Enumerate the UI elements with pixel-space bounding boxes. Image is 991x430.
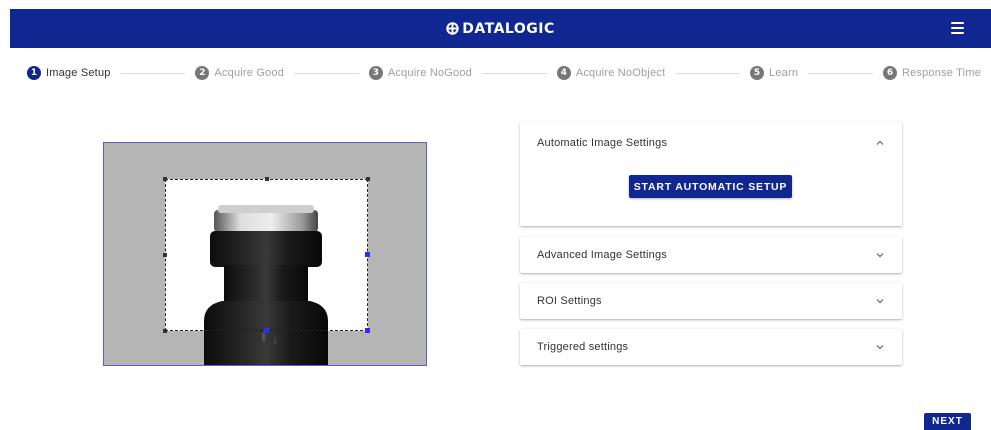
- roi-selection-frame[interactable]: [165, 179, 368, 331]
- step-number: 3: [368, 66, 383, 80]
- chevron-down-icon: [876, 253, 884, 258]
- step-number: 4: [556, 66, 571, 80]
- step-label: Acquire NoObject: [575, 67, 666, 79]
- step-connector: [120, 72, 186, 74]
- start-automatic-setup-button[interactable]: START AUTOMATIC SETUP: [629, 175, 792, 198]
- step-response-time[interactable]: 6 Response Time: [882, 66, 982, 80]
- roi-resize-handle[interactable]: [163, 253, 167, 257]
- camera-image-viewer[interactable]: [103, 142, 427, 366]
- automatic-image-settings-header[interactable]: Automatic Image Settings: [520, 122, 902, 164]
- step-connector: [294, 72, 359, 74]
- step-label: Acquire NoGood: [387, 67, 472, 79]
- roi-resize-handle[interactable]: [265, 177, 269, 181]
- roi-resize-handle[interactable]: [163, 177, 167, 181]
- roi-resize-handle[interactable]: [264, 328, 269, 333]
- automatic-image-settings-panel: Automatic Image Settings START AUTOMATIC…: [520, 122, 902, 226]
- brand-logo: DATALOGIC: [446, 21, 554, 37]
- advanced-image-settings-header[interactable]: Advanced Image Settings: [520, 237, 902, 273]
- chevron-up-icon: [876, 140, 884, 145]
- chevron-down-icon: [876, 299, 884, 304]
- panel-title: Advanced Image Settings: [537, 249, 667, 261]
- step-connector: [482, 72, 547, 74]
- step-connector: [675, 72, 741, 74]
- step-learn[interactable]: 5 Learn: [750, 66, 798, 80]
- step-number: 1: [27, 66, 41, 80]
- app-header: DATALOGIC: [10, 9, 991, 48]
- roi-resize-handle[interactable]: [366, 177, 370, 181]
- step-number: 6: [882, 66, 897, 80]
- step-connector: [808, 72, 873, 74]
- step-number: 5: [750, 66, 765, 80]
- step-label: Learn: [769, 67, 799, 79]
- step-acquire-good[interactable]: 2 Acquire Good: [195, 66, 284, 80]
- brand-name: DATALOGIC: [462, 20, 555, 37]
- roi-resize-handle[interactable]: [365, 328, 370, 333]
- next-button[interactable]: NEXT: [924, 413, 971, 430]
- panel-title: ROI Settings: [537, 295, 602, 307]
- triggered-settings-panel: Triggered settings: [520, 329, 902, 365]
- roi-resize-handle[interactable]: [163, 329, 167, 333]
- panel-title: Automatic Image Settings: [537, 137, 668, 149]
- step-label: Image Setup: [46, 67, 111, 79]
- step-number: 2: [195, 66, 210, 80]
- step-label: Acquire Good: [214, 67, 285, 79]
- datalogic-logo-icon: [446, 22, 459, 35]
- step-image-setup[interactable]: 1 Image Setup: [27, 66, 111, 80]
- wizard-stepper: 1 Image Setup 2 Acquire Good 3 Acquire N…: [27, 63, 981, 83]
- step-acquire-noobject[interactable]: 4 Acquire NoObject: [556, 66, 666, 80]
- hamburger-menu-icon[interactable]: [951, 22, 964, 34]
- roi-resize-handle[interactable]: [365, 252, 370, 257]
- roi-settings-panel: ROI Settings: [520, 283, 902, 319]
- chevron-down-icon: [876, 345, 884, 350]
- panel-title: Triggered settings: [537, 341, 629, 353]
- triggered-settings-header[interactable]: Triggered settings: [520, 329, 902, 365]
- step-acquire-nogood[interactable]: 3 Acquire NoGood: [368, 66, 472, 80]
- step-label: Response Time: [901, 67, 982, 79]
- roi-settings-header[interactable]: ROI Settings: [520, 283, 902, 319]
- advanced-image-settings-panel: Advanced Image Settings: [520, 237, 902, 273]
